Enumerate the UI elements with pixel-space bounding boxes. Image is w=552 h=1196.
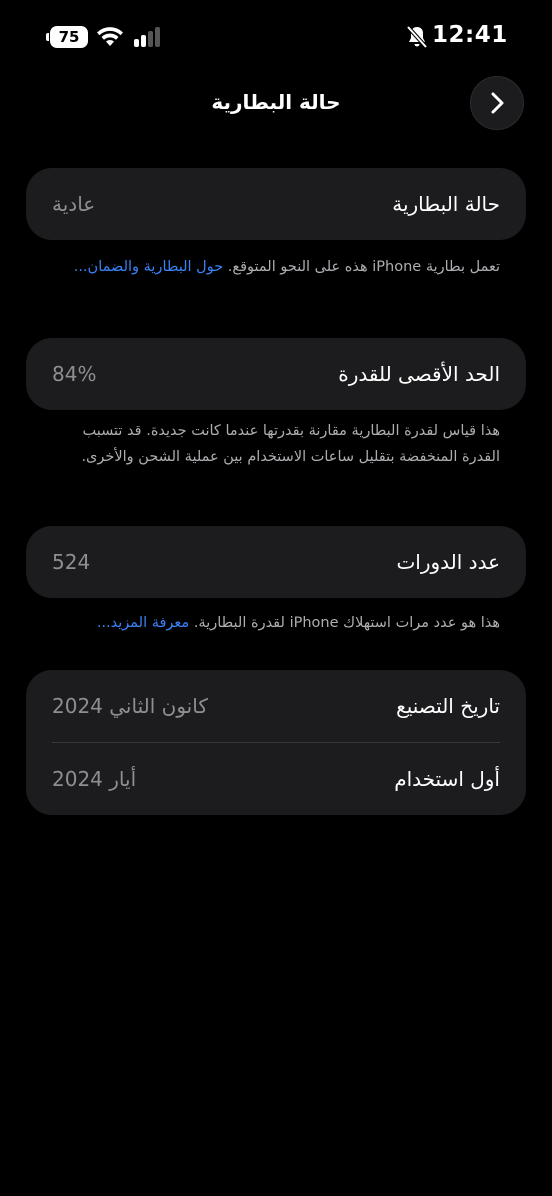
battery-health-value: عادية xyxy=(52,192,96,216)
cycle-count-label: عدد الدورات xyxy=(396,550,500,574)
maximum-capacity-row: الحد الأقصى للقدرة 84% xyxy=(26,338,526,410)
battery-health-card: حالة البطارية عادية xyxy=(26,168,526,240)
chevron-right-icon xyxy=(491,92,504,114)
status-time: 12:41 xyxy=(432,22,508,48)
first-use-label: أول استخدام xyxy=(394,767,500,791)
battery-warranty-link[interactable]: حول البطارية والضمان... xyxy=(74,259,223,275)
cycle-count-row: عدد الدورات 524 xyxy=(26,526,526,598)
wifi-icon xyxy=(97,27,123,46)
battery-icon: 75 xyxy=(46,26,88,48)
battery-health-label: حالة البطارية xyxy=(392,192,500,216)
status-bar: 75 12:41 xyxy=(0,0,552,74)
battery-level: 75 xyxy=(58,28,80,46)
battery-health-note: تعمل بطارية iPhone هذه على النحو المتوقع… xyxy=(52,254,500,280)
manufacture-date-row: تاريخ التصنيع كانون الثاني 2024 xyxy=(26,670,526,742)
manufacture-date-label: تاريخ التصنيع xyxy=(396,694,500,718)
dates-card: تاريخ التصنيع كانون الثاني 2024 أول استخ… xyxy=(26,670,526,815)
cycle-count-card: عدد الدورات 524 xyxy=(26,526,526,598)
first-use-row: أول استخدام أيار 2024 xyxy=(26,743,526,815)
maximum-capacity-note: هذا قياس لقدرة البطارية مقارنة بقدرتها ع… xyxy=(81,423,500,465)
maximum-capacity-value: 84% xyxy=(52,362,97,386)
manufacture-date-value: كانون الثاني 2024 xyxy=(52,694,208,718)
cellular-signal-icon xyxy=(134,27,162,47)
back-button[interactable] xyxy=(470,76,524,130)
maximum-capacity-card: الحد الأقصى للقدرة 84% xyxy=(26,338,526,410)
battery-health-row[interactable]: حالة البطارية عادية xyxy=(26,168,526,240)
learn-more-link[interactable]: معرفة المزيد... xyxy=(97,615,189,631)
maximum-capacity-label: الحد الأقصى للقدرة xyxy=(338,362,500,386)
cycle-count-note-text: هذا هو عدد مرات استهلاك iPhone لقدرة الب… xyxy=(193,615,500,631)
battery-health-note-text: تعمل بطارية iPhone هذه على النحو المتوقع… xyxy=(227,259,500,275)
cycle-count-note: هذا هو عدد مرات استهلاك iPhone لقدرة الب… xyxy=(52,610,500,636)
bell-slash-icon xyxy=(406,25,428,49)
first-use-value: أيار 2024 xyxy=(52,767,137,791)
cycle-count-value: 524 xyxy=(52,550,91,574)
